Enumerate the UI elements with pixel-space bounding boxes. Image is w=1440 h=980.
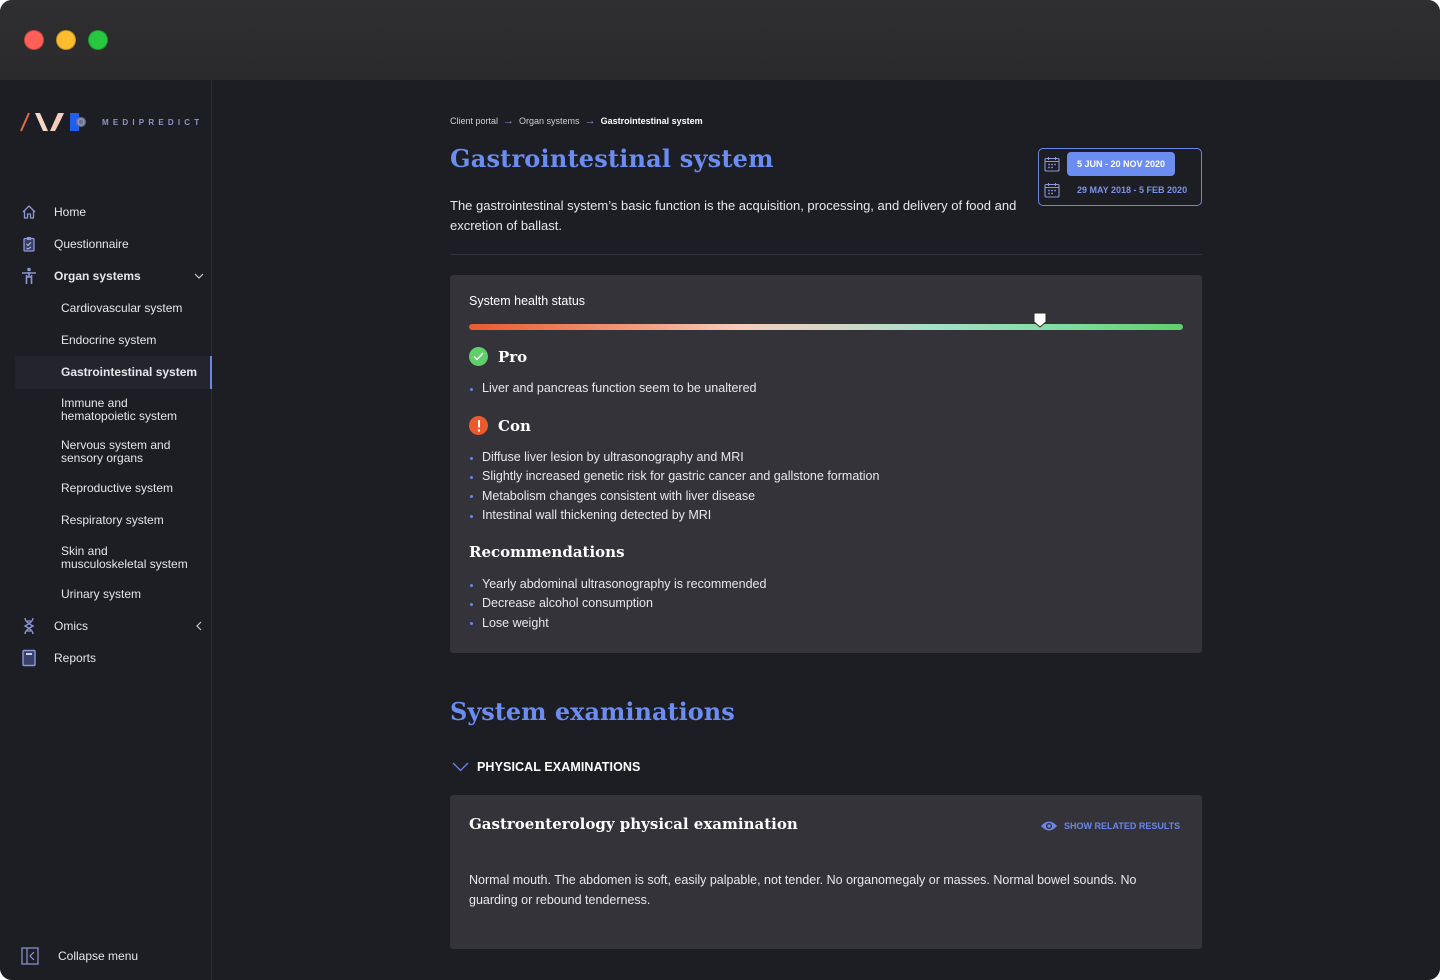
date-range-option[interactable]: 29 MAY 2018 - 5 FEB 2020 bbox=[1043, 178, 1199, 202]
sidebar-item-home[interactable]: Home bbox=[0, 204, 212, 220]
breadcrumb-organ-systems[interactable]: Organ systems bbox=[519, 116, 580, 126]
collapse-sidebar-icon bbox=[21, 947, 39, 965]
breadcrumb-current: Gastrointestinal system bbox=[600, 116, 703, 126]
arrow-right-icon: → bbox=[584, 115, 596, 127]
recommendation-item: Decrease alcohol consumption bbox=[469, 594, 766, 613]
dna-icon bbox=[20, 617, 38, 635]
pro-item: Liver and pancreas function seem to be u… bbox=[469, 379, 756, 398]
chevron-down-icon bbox=[452, 762, 469, 772]
health-status-label: System health status bbox=[469, 294, 586, 308]
sidebar-item-organ-systems[interactable]: Organ systems bbox=[0, 267, 212, 285]
sidebar-subitem-label: Nervous system and sensory organs bbox=[61, 438, 171, 465]
sidebar-subitem-gastrointestinal[interactable]: Gastrointestinal system bbox=[15, 356, 212, 389]
human-body-icon bbox=[20, 267, 38, 285]
breadcrumb-client-portal[interactable]: Client portal bbox=[450, 116, 498, 126]
sidebar-subitem-cardiovascular[interactable]: Cardiovascular system bbox=[15, 300, 212, 316]
sidebar: MEDIPREDICT Home Questionnaire Organ sys… bbox=[0, 80, 212, 980]
health-status-card: System health status Pro Liver and pancr… bbox=[450, 275, 1202, 653]
sidebar-subitem-label: Respiratory system bbox=[61, 513, 164, 527]
sidebar-subitem-endocrine[interactable]: Endocrine system bbox=[15, 332, 212, 348]
close-window-button[interactable] bbox=[24, 30, 44, 50]
sidebar-item-questionnaire[interactable]: Questionnaire bbox=[0, 236, 212, 252]
calendar-icon bbox=[1044, 157, 1060, 172]
pro-heading: Pro bbox=[469, 347, 527, 366]
con-title: Con bbox=[498, 416, 531, 435]
con-heading: Con bbox=[469, 416, 531, 435]
eye-icon bbox=[1041, 821, 1057, 831]
accordion-label: PHYSICAL EXAMINATIONS bbox=[477, 760, 641, 774]
chevron-down-icon[interactable] bbox=[192, 269, 206, 283]
breadcrumb: Client portal → Organ systems → Gastroin… bbox=[450, 115, 703, 127]
report-icon bbox=[20, 649, 38, 667]
page-description: The gastrointestinal system’s basic func… bbox=[450, 198, 1017, 233]
main-content: Client portal → Organ systems → Gastroin… bbox=[212, 80, 1440, 980]
sidebar-subitem-urinary[interactable]: Urinary system bbox=[15, 586, 212, 602]
collapse-menu-label: Collapse menu bbox=[58, 949, 139, 963]
date-range-option[interactable]: 5 JUN - 20 NOV 2020 bbox=[1043, 152, 1199, 176]
pro-title: Pro bbox=[498, 347, 528, 366]
minimize-window-button[interactable] bbox=[56, 30, 76, 50]
sidebar-subitem-label: Reproductive system bbox=[61, 481, 174, 495]
sidebar-subitem-label: Urinary system bbox=[61, 587, 142, 601]
brand-name: MEDIPREDICT bbox=[102, 117, 204, 127]
calendar-icon bbox=[1044, 183, 1060, 198]
clipboard-icon bbox=[20, 235, 38, 253]
show-related-results-button[interactable]: SHOW RELATED RESULTS bbox=[1040, 820, 1180, 832]
sidebar-item-reports[interactable]: Reports bbox=[0, 649, 212, 667]
recommendations-title: Recommendations bbox=[469, 543, 625, 561]
app-window: MEDIPREDICT Home Questionnaire Organ sys… bbox=[0, 0, 1440, 980]
sidebar-item-label: Questionnaire bbox=[54, 237, 129, 251]
exam-card: Gastroenterology physical examination SH… bbox=[450, 795, 1202, 949]
physical-examinations-toggle[interactable]: PHYSICAL EXAMINATIONS bbox=[452, 760, 640, 774]
sidebar-item-label: Omics bbox=[54, 619, 88, 633]
date-range-selector: 5 JUN - 20 NOV 2020 29 MAY 2018 - 5 FEB … bbox=[1038, 148, 1202, 206]
sidebar-item-label: Organ systems bbox=[54, 269, 141, 283]
logo-mark-icon bbox=[20, 112, 86, 132]
pro-list: Liver and pancreas function seem to be u… bbox=[469, 379, 756, 398]
recommendation-item: Lose weight bbox=[469, 614, 766, 633]
recommendation-item: Yearly abdominal ultrasonography is reco… bbox=[469, 575, 766, 594]
check-circle-icon bbox=[469, 347, 488, 366]
sidebar-subitem-label: Skin and musculoskeletal system bbox=[61, 544, 188, 571]
sidebar-item-label: Home bbox=[54, 205, 87, 219]
sidebar-subitem-label: Gastrointestinal system bbox=[61, 365, 198, 379]
section-divider bbox=[450, 254, 1202, 255]
date-range-alternative[interactable]: 29 MAY 2018 - 5 FEB 2020 bbox=[1067, 178, 1197, 202]
sidebar-item-omics[interactable]: Omics bbox=[0, 617, 212, 635]
recommendations-heading: Recommendations bbox=[469, 543, 625, 561]
con-item: Metabolism changes consistent with liver… bbox=[469, 487, 879, 506]
warning-circle-icon bbox=[469, 416, 488, 435]
recommendations-list: Yearly abdominal ultrasonography is reco… bbox=[469, 575, 766, 633]
sidebar-subitem-skin[interactable]: Skin and musculoskeletal system bbox=[15, 544, 212, 572]
exam-description: Normal mouth. The abdomen is soft, easil… bbox=[469, 873, 1137, 907]
sidebar-subitem-reproductive[interactable]: Reproductive system bbox=[15, 480, 212, 496]
sidebar-subitem-immune[interactable]: Immune and hematopoietic system bbox=[15, 396, 212, 424]
collapse-menu-button[interactable]: Collapse menu bbox=[0, 946, 212, 966]
date-range-selected[interactable]: 5 JUN - 20 NOV 2020 bbox=[1067, 152, 1176, 176]
maximize-window-button[interactable] bbox=[88, 30, 108, 50]
page-title: Gastrointestinal system bbox=[450, 144, 774, 173]
show-related-results-label: SHOW RELATED RESULTS bbox=[1064, 821, 1181, 831]
sidebar-subitem-nervous[interactable]: Nervous system and sensory organs bbox=[15, 438, 212, 466]
title-bar bbox=[0, 0, 1440, 80]
con-item: Slightly increased genetic risk for gast… bbox=[469, 467, 879, 486]
chevron-left-icon[interactable] bbox=[192, 619, 206, 633]
arrow-right-icon: → bbox=[503, 115, 515, 127]
brand-logo[interactable]: MEDIPREDICT bbox=[20, 110, 203, 134]
sidebar-subitem-respiratory[interactable]: Respiratory system bbox=[15, 512, 212, 528]
health-status-marker bbox=[1033, 312, 1047, 328]
examinations-title: System examinations bbox=[450, 697, 735, 726]
con-item: Diffuse liver lesion by ultrasonography … bbox=[469, 448, 879, 467]
exam-title: Gastroenterology physical examination bbox=[469, 815, 798, 833]
con-item: Intestinal wall thickening detected by M… bbox=[469, 506, 879, 525]
health-status-bar bbox=[469, 324, 1183, 330]
con-list: Diffuse liver lesion by ultrasonography … bbox=[469, 448, 879, 526]
sidebar-subitem-label: Immune and hematopoietic system bbox=[61, 396, 178, 423]
sidebar-item-label: Reports bbox=[54, 651, 97, 665]
sidebar-subitem-label: Cardiovascular system bbox=[61, 301, 183, 315]
home-icon bbox=[20, 203, 38, 221]
sidebar-subitem-label: Endocrine system bbox=[61, 333, 157, 347]
